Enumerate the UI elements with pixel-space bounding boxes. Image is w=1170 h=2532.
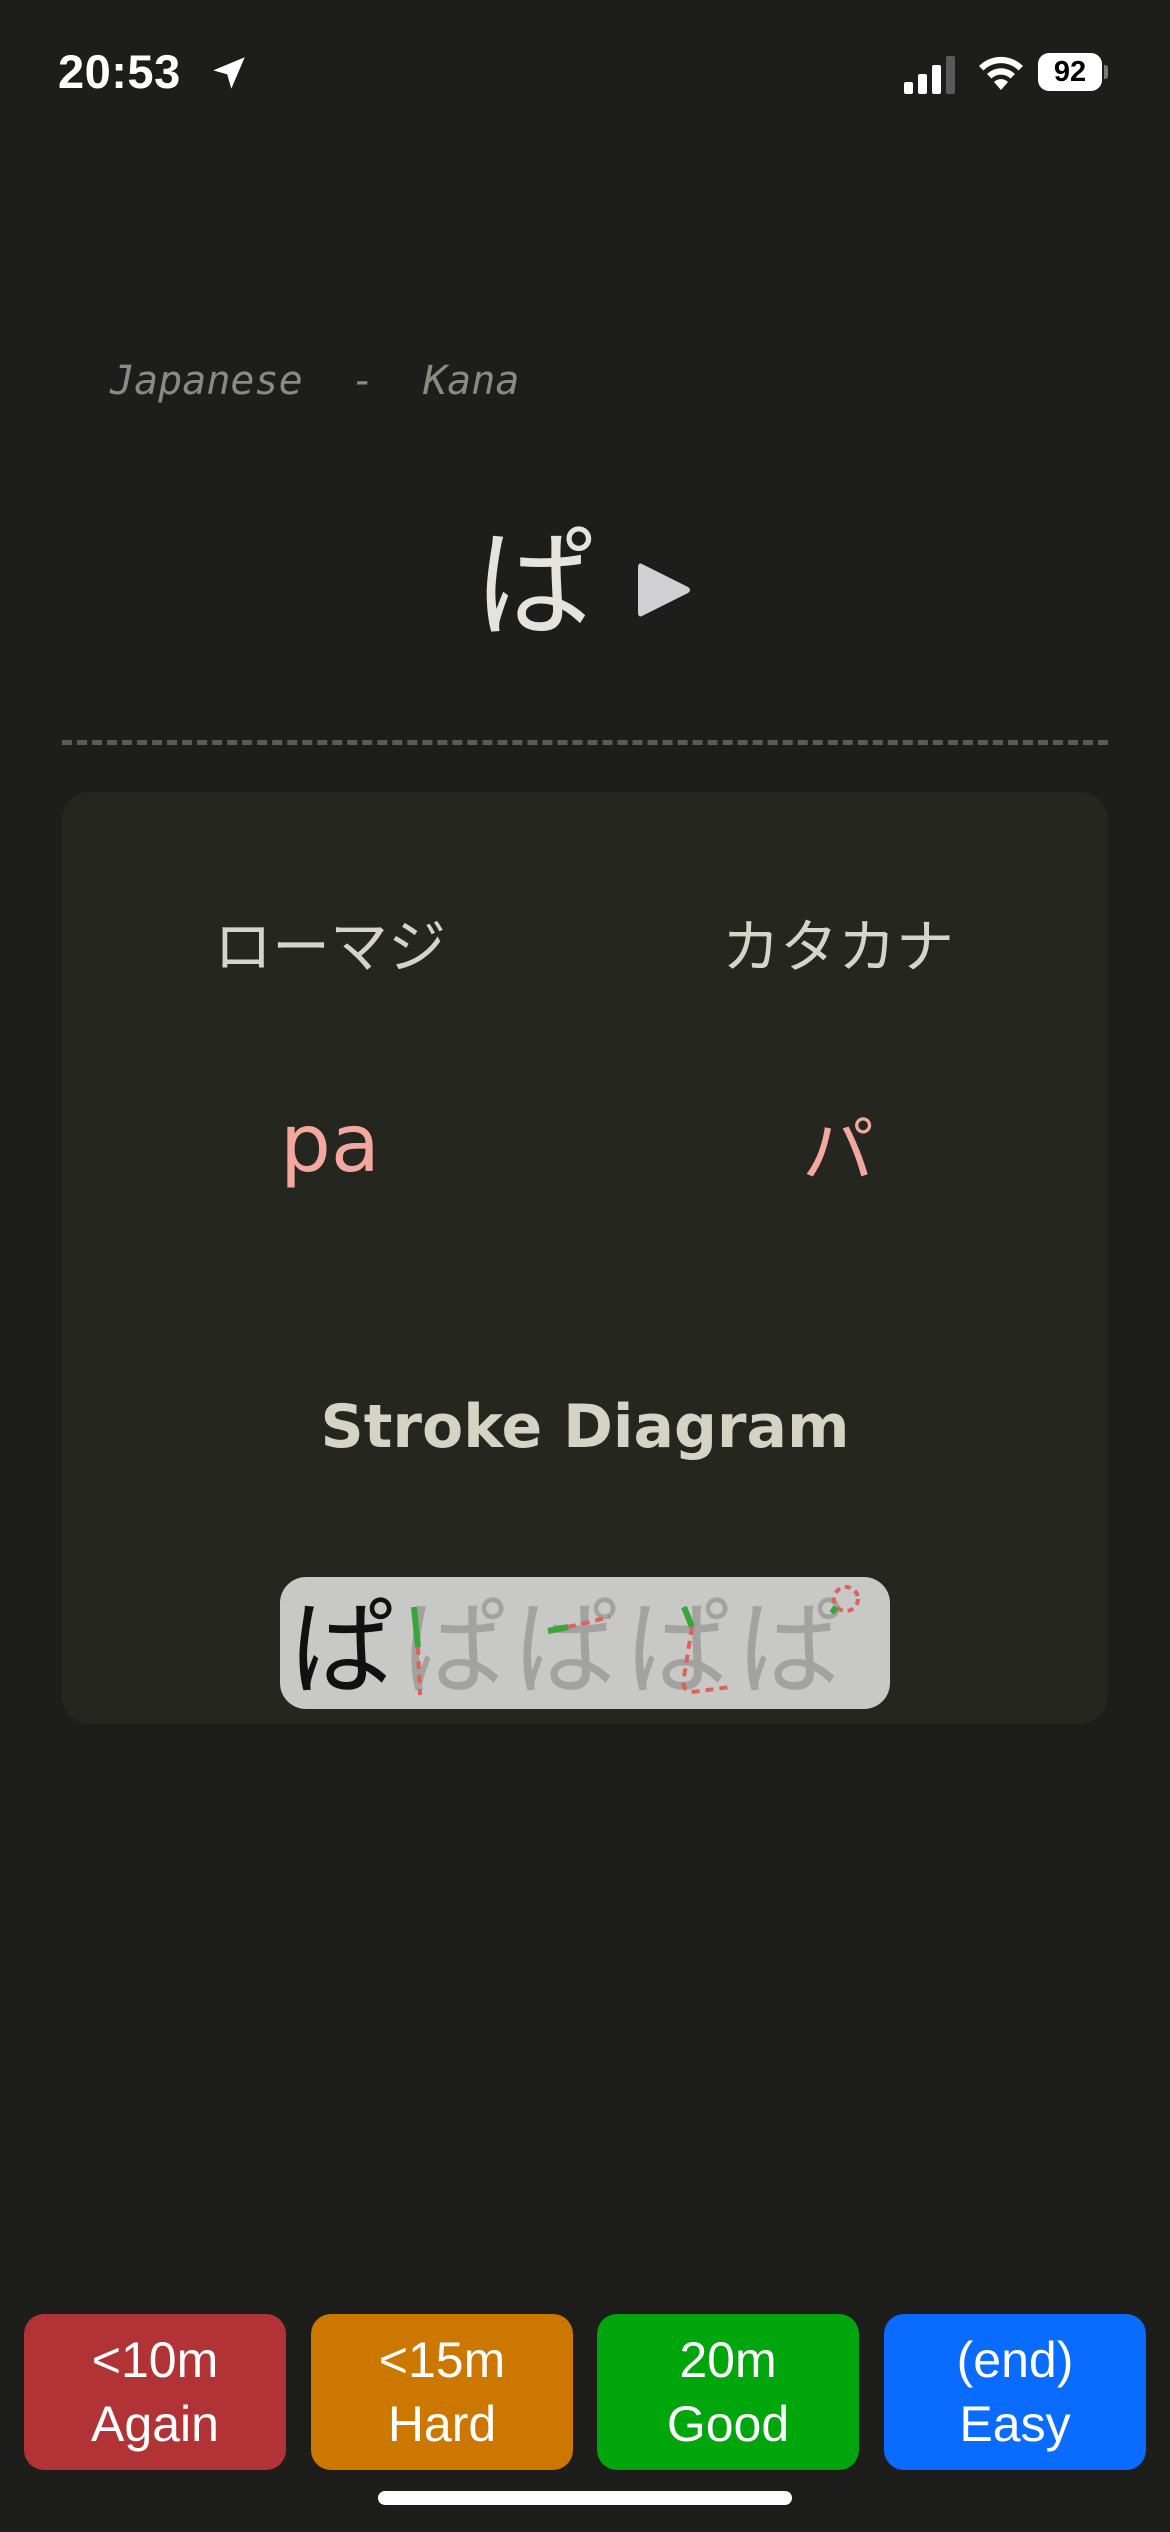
hard-interval: <15m [378,2332,506,2388]
stroke-frame-5: ぱ [738,1588,842,1709]
hard-button[interactable]: <15m Hard [311,2314,573,2470]
again-interval: <10m [91,2332,219,2388]
good-interval: 20m [679,2332,777,2388]
status-time: 20:53 [58,45,181,98]
battery-tip [1104,65,1108,79]
katakana-header: カタカナ [721,913,954,981]
easy-button[interactable]: (end) Easy [884,2314,1146,2470]
stroke-frame-1: ぱ [290,1588,394,1709]
romaji-value: pa [280,1097,380,1190]
stroke-diagram-graphic: ぱ ぱ ぱ ぱ ぱ [290,1585,860,1709]
wifi-icon [979,56,1023,90]
answer-button-bar: <10m Again <15m Hard 20m Good (end) Easy [0,2314,1170,2470]
location-arrow-icon [213,57,245,89]
battery-icon: 92 [1038,53,1108,91]
katakana-value: パ [801,1109,874,1193]
again-label: Again [91,2396,219,2452]
again-button[interactable]: <10m Again [24,2314,286,2470]
stroke-highlight-start [829,1605,839,1615]
romaji-header: ローマジ [213,913,446,981]
front-character: ぱ [476,516,595,654]
home-indicator[interactable] [378,2491,792,2505]
stroke-highlight-start [547,1624,569,1634]
front-back-divider [62,740,1108,745]
easy-label: Easy [959,2396,1071,2452]
stroke-frame-4: ぱ [626,1588,730,1709]
answer-card: ローマジ カタカナ pa パ Stroke Diagram ぱ ぱ ぱ ぱ ぱ [62,792,1108,1724]
status-bar: 20:53 92 [0,0,1170,150]
deck-label: Japanese - Kana [110,358,520,404]
battery-level: 92 [1053,56,1087,88]
good-button[interactable]: 20m Good [597,2314,859,2470]
hard-label: Hard [387,2396,497,2452]
stroke-diagram-title: Stroke Diagram [320,1392,850,1462]
easy-interval: (end) [956,2332,1074,2388]
card-front: ぱ [0,500,1170,680]
play-icon[interactable] [636,560,692,620]
stroke-highlight-start [411,1606,421,1648]
stroke-diagram: ぱ ぱ ぱ ぱ ぱ [280,1577,890,1709]
stroke-frame-3: ぱ [514,1588,618,1709]
good-label: Good [666,2396,790,2452]
cellular-signal-icon [904,56,955,94]
